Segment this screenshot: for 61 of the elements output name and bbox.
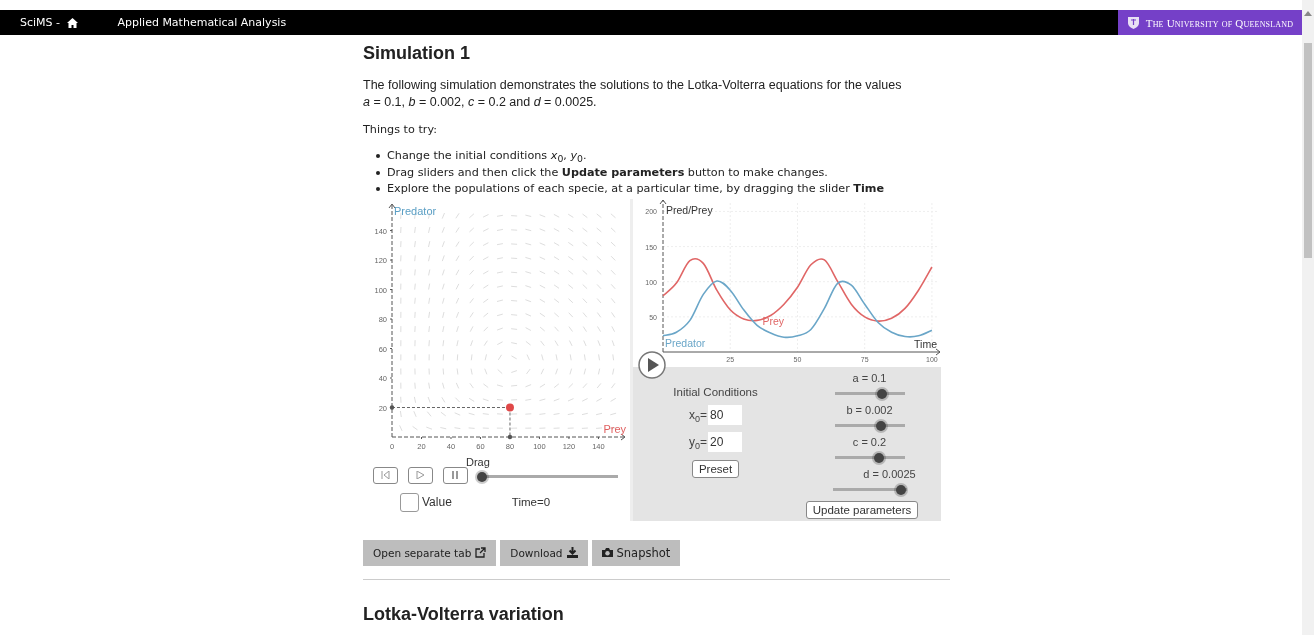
- slider-thumb[interactable]: [876, 420, 887, 431]
- bullet-text: Explore the populations of each specie, at a particular time, by dragging the slider Time: [387, 181, 885, 197]
- snapshot-button[interactable]: Snapshot: [591, 539, 681, 566]
- bullet-text: Change the initial conditions x$_{0}$, y$_{0}$.: [387, 148, 587, 165]
- site-title[interactable]: Applied Mathematical Analysis: [117, 16, 287, 29]
- things-label: Things to try:: [363, 122, 438, 138]
- axis-marker: [507, 434, 513, 439]
- bullet-dot: [376, 154, 380, 159]
- play-icon: [416, 471, 425, 479]
- section-label: Initial Conditions: [673, 385, 758, 398]
- home-icon: [66, 17, 78, 28]
- checkbox-label: Value: [422, 495, 452, 509]
- university-logo[interactable]: The University of Queensland: [1118, 10, 1302, 35]
- axis-label: Prey: [603, 422, 626, 435]
- field-label: y$_{0}$=: [689, 434, 707, 449]
- axis-label: Predator: [394, 204, 437, 217]
- bullet-text: Drag sliders and then click the Update parameters button to make changes.: [387, 164, 828, 181]
- pause-icon: [451, 471, 460, 479]
- bullet-dot: [376, 187, 380, 192]
- external-link-icon: [475, 547, 487, 558]
- time-readout: Time=0: [511, 496, 551, 508]
- series-label: Prey: [762, 314, 785, 327]
- axis-label: Time: [914, 337, 937, 350]
- slider-thumb[interactable]: [477, 471, 487, 482]
- bullet-dot: [376, 170, 380, 175]
- series-label: Predator: [665, 336, 706, 349]
- input-field[interactable]: 80: [708, 404, 742, 425]
- section-heading: Simulation 1: [363, 42, 471, 64]
- field-label: x$_{0}$=: [689, 407, 707, 422]
- slider-label: c = 0.2: [852, 435, 887, 448]
- slider-label: a = 0.1: [852, 371, 887, 384]
- rewind-button[interactable]: [373, 466, 398, 484]
- download-button[interactable]: Download: [500, 539, 588, 566]
- open-tab-button[interactable]: Open separate tab: [363, 539, 497, 566]
- scroll-up-icon[interactable]: [1304, 10, 1312, 16]
- scrollbar[interactable]: [1302, 0, 1314, 635]
- update-button[interactable]: Update parameters: [805, 500, 919, 519]
- input-field[interactable]: 20: [708, 431, 742, 452]
- scrollbar-thumb[interactable]: [1304, 43, 1312, 258]
- intro-paragraph: The following simulation demonstrates the solutions to the Lotka-Volterra equations for the values a = 0.1, b = 0.002, c = 0.2 and d = 0.0025.: [363, 77, 903, 111]
- rewind-icon: [381, 471, 390, 479]
- site-link[interactable]: SciMS -: [20, 16, 64, 29]
- slider-label: d = 0.0025: [863, 467, 916, 480]
- axis-label: Pred/Prey: [666, 203, 713, 216]
- slider-label: b = 0.002: [846, 403, 893, 416]
- slider-thumb[interactable]: [874, 452, 885, 463]
- play-icon[interactable]: [638, 350, 666, 379]
- checkbox[interactable]: [400, 492, 419, 512]
- pause-button[interactable]: [443, 466, 468, 484]
- preset-button[interactable]: Preset: [691, 459, 740, 478]
- section-heading: Lotka-Volterra variation: [363, 602, 565, 625]
- slider-thumb[interactable]: [896, 484, 907, 495]
- slider-label: Drag: [466, 455, 491, 468]
- axis-marker: [389, 404, 395, 410]
- download-icon: [566, 547, 578, 558]
- university-name: The University of Queensland: [1145, 16, 1294, 29]
- crest-icon: [1126, 16, 1140, 29]
- camera-icon: [601, 547, 613, 558]
- slider-thumb[interactable]: [877, 388, 888, 399]
- play-button[interactable]: [408, 466, 433, 484]
- initial-point[interactable]: [506, 403, 514, 411]
